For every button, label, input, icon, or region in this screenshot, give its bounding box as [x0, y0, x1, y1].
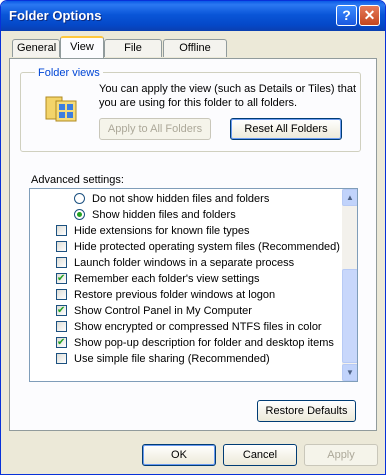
tab-file-types[interactable]: File Types	[104, 39, 162, 71]
list-item-label: Hide extensions for known file types	[74, 225, 250, 237]
checkbox-restore-windows[interactable]	[56, 289, 67, 300]
folder-views-icon	[45, 96, 77, 122]
folder-options-dialog: Folder Options ? ✕ General View File Typ…	[0, 0, 386, 475]
apply-button[interactable]: Apply	[304, 444, 378, 466]
radio-do-not-show-hidden[interactable]	[74, 193, 85, 204]
checkbox-hide-protected-files[interactable]	[56, 241, 67, 252]
scroll-up-button[interactable]: ▲	[342, 189, 357, 206]
tab-view[interactable]: View	[60, 36, 104, 58]
apply-to-all-folders-button[interactable]: Apply to All Folders	[99, 118, 211, 140]
checkbox-hide-extensions[interactable]	[56, 225, 67, 236]
tab-strip: General View File Types Offline Files	[1, 35, 385, 71]
title-bar[interactable]: Folder Options ? ✕	[1, 1, 385, 31]
cancel-button[interactable]: Cancel	[223, 444, 297, 466]
radio-show-hidden[interactable]	[74, 209, 85, 220]
list-item-label: Do not show hidden files and folders	[92, 193, 270, 205]
folder-views-title: Folder views	[35, 67, 103, 79]
advanced-settings-label: Advanced settings:	[31, 174, 124, 186]
list-item-label: Show hidden files and folders	[92, 209, 236, 221]
checkbox-popup-description[interactable]	[56, 335, 67, 351]
tab-offline-files[interactable]: Offline Files	[163, 39, 227, 71]
checkbox-remember-view-settings[interactable]	[56, 271, 67, 287]
restore-defaults-button[interactable]: Restore Defaults	[257, 400, 356, 422]
help-button[interactable]: ?	[336, 5, 357, 26]
checkbox-simple-file-sharing[interactable]	[56, 353, 67, 364]
scroll-thumb[interactable]	[342, 269, 357, 363]
folder-views-description: You can apply the view (such as Details …	[99, 83, 357, 109]
scroll-down-button[interactable]: ▼	[342, 364, 357, 381]
tab-general[interactable]: General	[12, 39, 60, 57]
list-item-label: Launch folder windows in a separate proc…	[74, 257, 295, 269]
list-item-label: Use simple file sharing (Recommended)	[74, 353, 270, 365]
checkbox-separate-process[interactable]	[56, 257, 67, 268]
reset-all-folders-button[interactable]: Reset All Folders	[230, 118, 342, 140]
list-item-label: Restore previous folder windows at logon	[74, 289, 276, 301]
list-item-label: Show pop-up description for folder and d…	[74, 337, 334, 349]
ok-button[interactable]: OK	[142, 444, 216, 466]
list-item-label: Hide protected operating system files (R…	[74, 241, 340, 253]
window-title: Folder Options	[9, 8, 102, 23]
close-button[interactable]: ✕	[359, 5, 380, 26]
list-item-label: Remember each folder's view settings	[74, 273, 260, 285]
advanced-settings-list[interactable]: Do not show hidden files and folders Sho…	[29, 188, 358, 382]
vertical-scrollbar[interactable]: ▲ ▼	[342, 189, 357, 381]
checkbox-show-control-panel[interactable]	[56, 303, 67, 319]
list-item-label: Show Control Panel in My Computer	[74, 305, 252, 317]
checkbox-ntfs-color[interactable]	[56, 321, 67, 332]
list-item-label: Show encrypted or compressed NTFS files …	[74, 321, 322, 333]
